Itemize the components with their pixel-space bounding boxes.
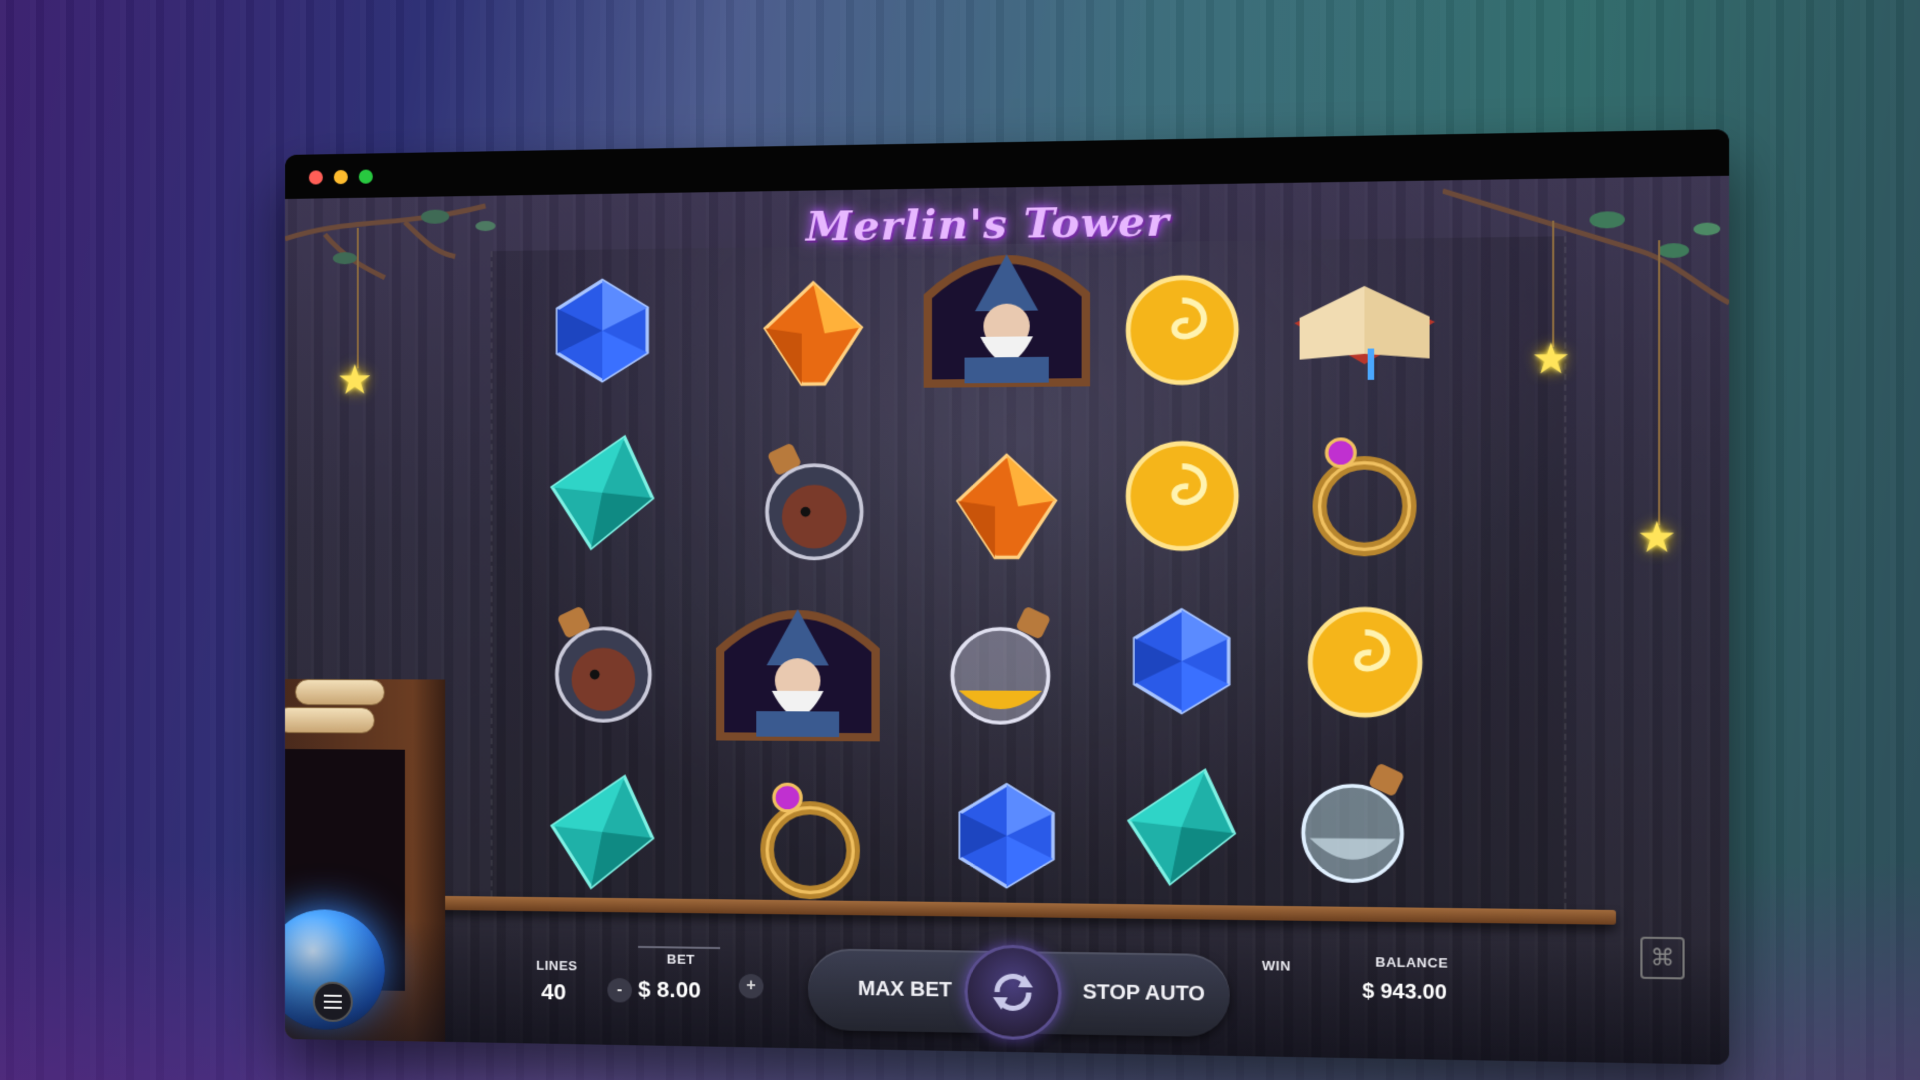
symbol-merlin-portrait [917,232,1096,388]
symbol-merlin-portrait [710,589,886,743]
maximize-window-button[interactable] [358,169,373,184]
spin-arrows-icon [987,966,1040,1018]
spin-button[interactable] [964,944,1062,1041]
star-string-right-2 [1658,240,1661,526]
bet-label: BET [666,951,695,968]
menu-button[interactable] [312,981,353,1023]
symbol-clear-potion [1289,755,1430,892]
bet-value: $ 8.00 [638,976,701,1003]
stop-auto-button[interactable]: STOP AUTO [1083,981,1205,1007]
bet-decrease-button[interactable]: - [607,977,632,1003]
balance-label: BALANCE [1375,954,1449,971]
symbol-octopus-potion [531,599,664,731]
minimize-window-button[interactable] [333,169,348,185]
symbol-blue-gem [1112,594,1251,729]
symbol-spell-book [1283,254,1445,391]
symbol-orange-gem [938,439,1075,573]
symbol-octopus-potion [741,435,876,568]
star-icon: ★ [336,358,373,403]
win-label: WIN [1261,957,1291,974]
symbol-gold-potion [938,599,1075,733]
provider-logo-icon: ⌘ [1640,936,1685,980]
lines-value: 40 [541,978,567,1005]
lines-label: LINES [536,957,578,974]
symbol-teal-gem [1112,759,1251,895]
scroll-icon [294,679,385,706]
bet-increase-button[interactable]: + [738,973,764,999]
star-icon: ★ [1531,336,1571,383]
symbol-gold-coin [1112,428,1251,563]
symbol-blue-gem [536,264,669,397]
browser-window: ★ ★ ★ Merlin's Tower LINES 40 - BET $ 8.… [285,129,1730,1065]
symbol-gold-ring [1294,426,1435,562]
symbol-teal-gem [536,426,669,558]
symbol-orange-gem [746,266,881,400]
symbol-gold-coin [1112,261,1251,397]
hamburger-icon [323,1000,342,1003]
symbol-teal-gem [536,766,669,899]
balance-value: $ 943.00 [1362,979,1447,1005]
symbol-gold-coin [1294,594,1435,730]
close-window-button[interactable] [308,170,323,185]
star-icon: ★ [1637,514,1677,562]
max-bet-button[interactable]: MAX BET [858,978,952,1003]
symbol-gold-ring [743,772,878,906]
scroll-icon [285,706,375,734]
bet-underline [638,945,721,950]
symbol-blue-gem [938,768,1075,903]
slot-game: ★ ★ ★ Merlin's Tower LINES 40 - BET $ 8.… [285,175,1730,1065]
